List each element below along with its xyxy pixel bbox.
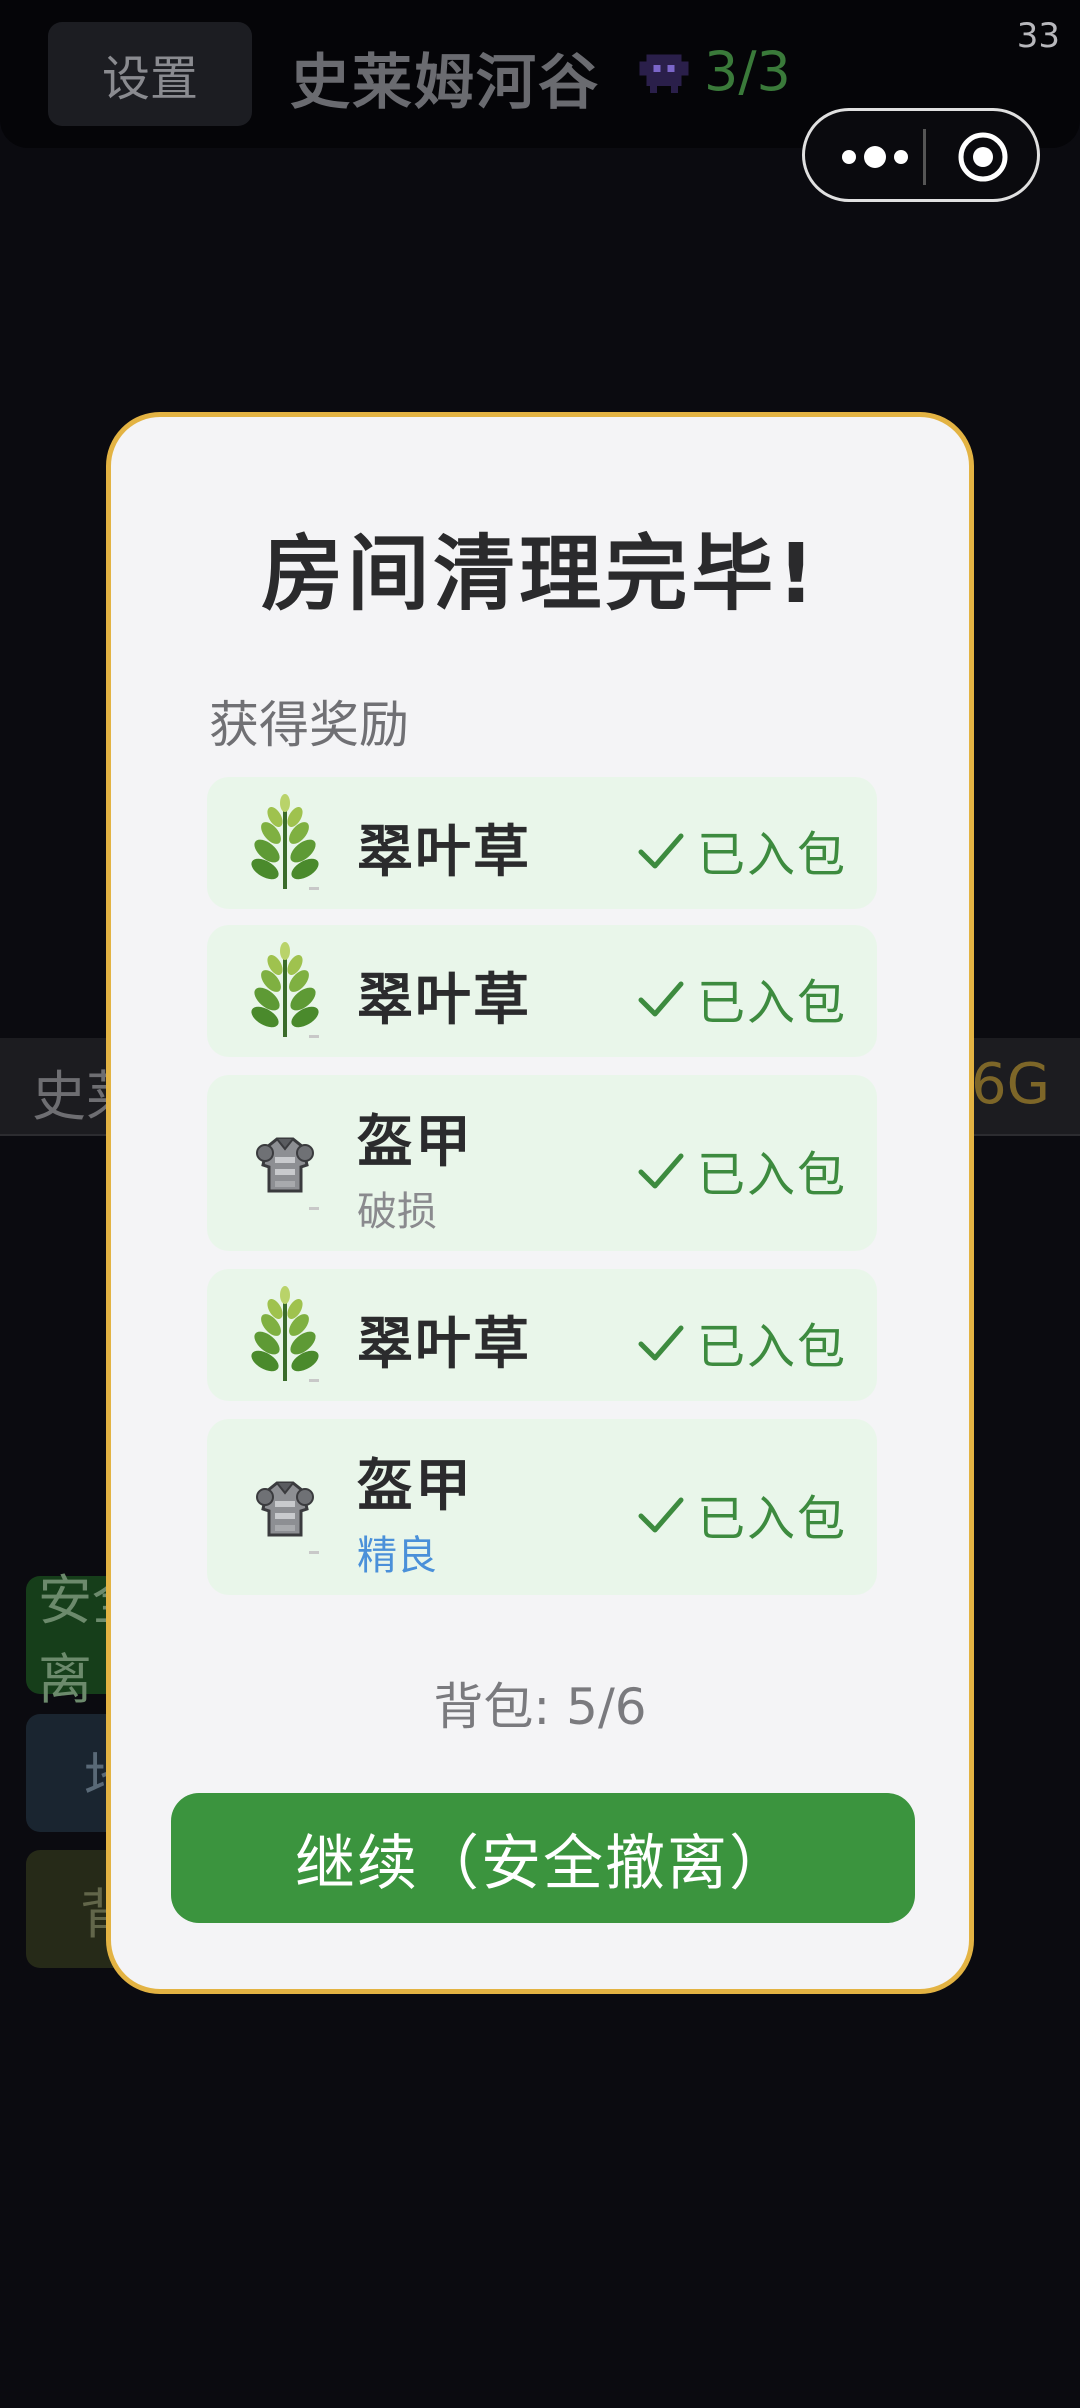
item-name: 翠叶草 — [357, 1312, 531, 1377]
reward-item: 翠叶草 已入包 — [207, 925, 877, 1057]
monster-icon — [639, 54, 689, 93]
capsule-divider — [923, 129, 926, 185]
check-icon — [637, 1494, 685, 1534]
close-miniprogram-icon[interactable] — [957, 131, 1009, 183]
settings-button[interactable]: 设置 — [48, 22, 252, 126]
more-icon[interactable] — [835, 137, 915, 177]
item-quality: 破损 — [357, 1189, 437, 1235]
backpack-count: 背包: 5/6 — [433, 1678, 647, 1736]
herb-icon — [246, 941, 324, 1040]
battery-level: 33 — [1016, 16, 1060, 56]
item-status: 已入包 — [637, 1479, 847, 1549]
room-cleared-modal: 房间清理完毕! 获得奖励 翠叶草 已入包 翠叶草 已入包 盔甲 破损 已入包 翠… — [106, 412, 974, 1994]
item-status-label: 已入包 — [696, 1319, 847, 1375]
reward-item: 翠叶草 已入包 — [207, 1269, 877, 1401]
item-name: 盔甲 — [357, 1110, 473, 1175]
reward-item: 盔甲 破损 已入包 — [207, 1075, 877, 1251]
continue-safe-exit-button[interactable]: 继续（安全撤离） — [171, 1793, 915, 1923]
item-name: 盔甲 — [357, 1454, 473, 1519]
item-status-label: 已入包 — [696, 975, 847, 1031]
item-status: 已入包 — [637, 963, 847, 1033]
item-status-label: 已入包 — [696, 1491, 847, 1547]
item-status-label: 已入包 — [696, 1147, 847, 1203]
item-status: 已入包 — [637, 1307, 847, 1377]
rewards-label: 获得奖励 — [209, 696, 409, 754]
check-icon — [637, 830, 685, 870]
item-status: 已入包 — [637, 815, 847, 885]
item-name: 翠叶草 — [357, 820, 531, 885]
check-icon — [637, 978, 685, 1018]
check-icon — [637, 1322, 685, 1362]
reward-item: 翠叶草 已入包 — [207, 777, 877, 909]
reward-item: 盔甲 精良 已入包 — [207, 1419, 877, 1595]
item-status: 已入包 — [637, 1135, 847, 1205]
item-quality: 精良 — [357, 1533, 437, 1579]
level-title: 史莱姆河谷 — [290, 48, 600, 118]
herb-icon — [246, 793, 324, 892]
modal-title: 房间清理完毕! — [261, 527, 819, 622]
armor-icon — [255, 1137, 321, 1212]
herb-icon — [246, 1285, 324, 1384]
armor-icon — [255, 1481, 321, 1556]
mini-program-capsule — [802, 108, 1040, 202]
item-status-label: 已入包 — [696, 827, 847, 883]
check-icon — [637, 1150, 685, 1190]
item-name: 翠叶草 — [357, 968, 531, 1033]
enemy-count: 3/3 — [704, 40, 791, 103]
